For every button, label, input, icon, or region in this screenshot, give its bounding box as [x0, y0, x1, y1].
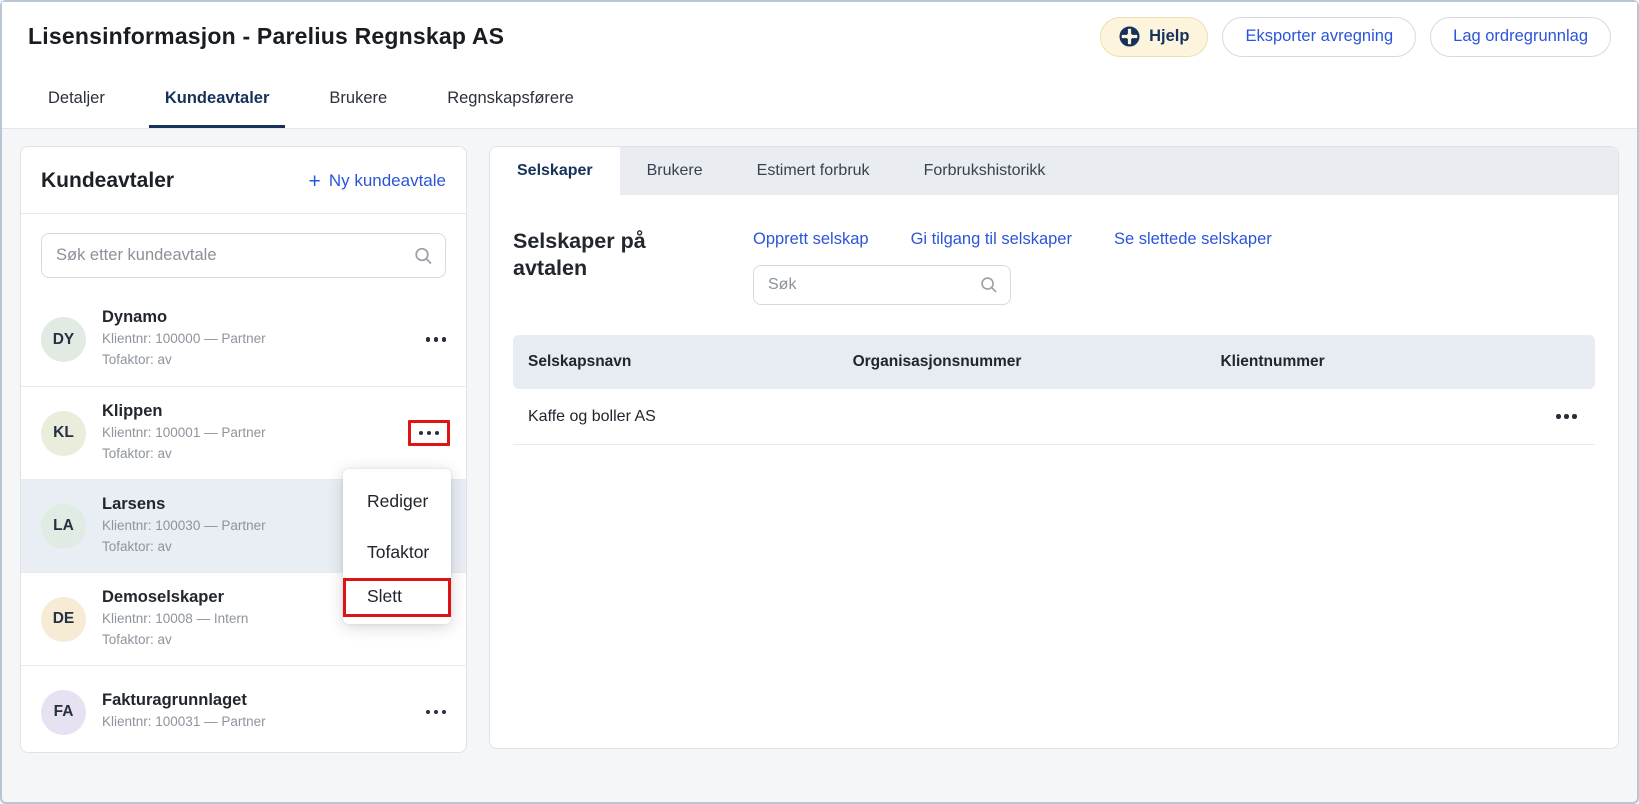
companies-actions: Opprett selskap Gi tilgang til selskaper…	[753, 228, 1595, 305]
company-search	[753, 265, 1011, 305]
content-area: Kundeavtaler + Ny kundeavtale DY Dynamo …	[2, 129, 1637, 753]
company-search-input[interactable]	[753, 265, 1011, 305]
agreement-row-klippen[interactable]: KL Klippen Klientnr: 100001 — Partner To…	[21, 386, 466, 479]
tab-detaljer[interactable]: Detaljer	[32, 71, 121, 128]
agreement-tofaktor: Tofaktor: av	[102, 630, 406, 651]
details-body: Selskaper på avtalen Opprett selskap Gi …	[490, 195, 1618, 748]
page-title: Lisensinformasjon - Parelius Regnskap AS	[28, 23, 504, 50]
kebab-icon	[426, 337, 431, 342]
companies-table: Selskapsnavn Organisasjonsnummer Klientn…	[513, 335, 1595, 445]
agreement-details-panel: Selskaper Brukere Estimert forbruk Forbr…	[489, 146, 1619, 749]
tab-estimert-forbruk[interactable]: Estimert forbruk	[730, 147, 897, 195]
agreement-search	[41, 233, 446, 278]
avatar: FA	[41, 690, 86, 735]
agreement-meta: Klientnr: 100001 — Partner	[102, 423, 392, 444]
grant-access-link[interactable]: Gi tilgang til selskaper	[911, 230, 1072, 249]
companies-links: Opprett selskap Gi tilgang til selskaper…	[753, 230, 1595, 249]
kebab-icon	[426, 710, 431, 715]
avatar: KL	[41, 411, 86, 456]
export-settlement-button[interactable]: Eksporter avregning	[1222, 17, 1416, 57]
agreement-name: Fakturagrunnlaget	[102, 691, 406, 710]
agreement-meta: Klientnr: 100000 — Partner	[102, 329, 406, 350]
menu-item-tofaktor[interactable]: Tofaktor	[343, 527, 451, 578]
avatar: LA	[41, 504, 86, 549]
agreement-text: Klippen Klientnr: 100001 — Partner Tofak…	[102, 402, 392, 465]
header-actions: Hjelp Eksporter avregning Lag ordregrunn…	[1100, 17, 1611, 57]
agreements-panel-header: Kundeavtaler + Ny kundeavtale	[21, 147, 466, 214]
agreement-tofaktor: Tofaktor: av	[102, 444, 392, 465]
create-order-basis-label: Lag ordregrunnlag	[1453, 27, 1588, 46]
companies-table-header: Selskapsnavn Organisasjonsnummer Klientn…	[513, 335, 1595, 389]
companies-header-section: Selskaper på avtalen Opprett selskap Gi …	[513, 228, 1595, 305]
col-klientnummer: Klientnummer	[1205, 353, 1497, 371]
menu-item-slett[interactable]: Slett	[343, 578, 451, 617]
menu-item-rediger[interactable]: Rediger	[343, 476, 451, 527]
row-actions-button[interactable]	[422, 331, 451, 348]
tab-kundeavtaler[interactable]: Kundeavtaler	[149, 71, 286, 128]
avatar: DY	[41, 317, 86, 362]
tab-brukere[interactable]: Brukere	[313, 71, 403, 128]
agreement-text: Fakturagrunnlaget Klientnr: 100031 — Par…	[102, 691, 406, 733]
agreement-row-fakturagrunnlaget[interactable]: FA Fakturagrunnlaget Klientnr: 100031 — …	[21, 665, 466, 753]
col-organisasjonsnummer: Organisasjonsnummer	[838, 353, 1206, 371]
agreements-panel-title: Kundeavtaler	[41, 169, 174, 193]
export-settlement-label: Eksporter avregning	[1245, 27, 1393, 46]
annotation-highlight-box	[408, 420, 451, 447]
company-name: Kaffe og boller AS	[513, 408, 838, 426]
row-actions-button[interactable]	[422, 704, 451, 721]
search-icon	[414, 246, 433, 265]
customer-agreements-panel: Kundeavtaler + Ny kundeavtale DY Dynamo …	[20, 146, 467, 753]
row-actions-context-menu: Rediger Tofaktor Slett	[343, 469, 451, 624]
details-tabstrip: Selskaper Brukere Estimert forbruk Forbr…	[490, 147, 1618, 195]
lifebuoy-help-icon	[1119, 26, 1140, 47]
company-row-actions-button[interactable]	[1552, 408, 1581, 425]
agreement-tofaktor: Tofaktor: av	[102, 350, 406, 371]
avatar: DE	[41, 597, 86, 642]
tab-forbrukshistorikk[interactable]: Forbrukshistorikk	[897, 147, 1073, 195]
help-button[interactable]: Hjelp	[1100, 17, 1208, 57]
agreement-search-input[interactable]	[41, 233, 446, 278]
col-selskapsnavn: Selskapsnavn	[513, 353, 838, 371]
companies-heading: Selskaper på avtalen	[513, 228, 753, 305]
search-icon	[980, 276, 998, 294]
agreement-text: Dynamo Klientnr: 100000 — Partner Tofakt…	[102, 308, 406, 371]
company-row[interactable]: Kaffe og boller AS	[513, 389, 1595, 445]
row-actions-button-highlighted[interactable]	[418, 429, 441, 438]
tab-regnskapsforere[interactable]: Regnskapsførere	[431, 71, 590, 128]
create-order-basis-button[interactable]: Lag ordregrunnlag	[1430, 17, 1611, 57]
create-company-link[interactable]: Opprett selskap	[753, 230, 869, 249]
tab-selskaper[interactable]: Selskaper	[490, 147, 620, 195]
kebab-icon	[419, 431, 424, 436]
plus-icon: +	[309, 171, 321, 192]
agreement-name: Dynamo	[102, 308, 406, 327]
new-agreement-link[interactable]: + Ny kundeavtale	[309, 171, 446, 192]
new-agreement-label: Ny kundeavtale	[329, 171, 446, 191]
help-button-label: Hjelp	[1149, 27, 1189, 46]
kebab-icon	[1556, 414, 1561, 419]
agreement-name: Klippen	[102, 402, 392, 421]
agreement-meta: Klientnr: 100031 — Partner	[102, 712, 406, 733]
agreement-row-dynamo[interactable]: DY Dynamo Klientnr: 100000 — Partner Tof…	[21, 293, 466, 386]
main-tabbar: Detaljer Kundeavtaler Brukere Regnskapsf…	[2, 71, 1637, 129]
app-header: Lisensinformasjon - Parelius Regnskap AS…	[2, 2, 1637, 71]
company-actions-cell	[1498, 408, 1595, 425]
tab-brukere-right[interactable]: Brukere	[620, 147, 730, 195]
view-deleted-companies-link[interactable]: Se slettede selskaper	[1114, 230, 1272, 249]
